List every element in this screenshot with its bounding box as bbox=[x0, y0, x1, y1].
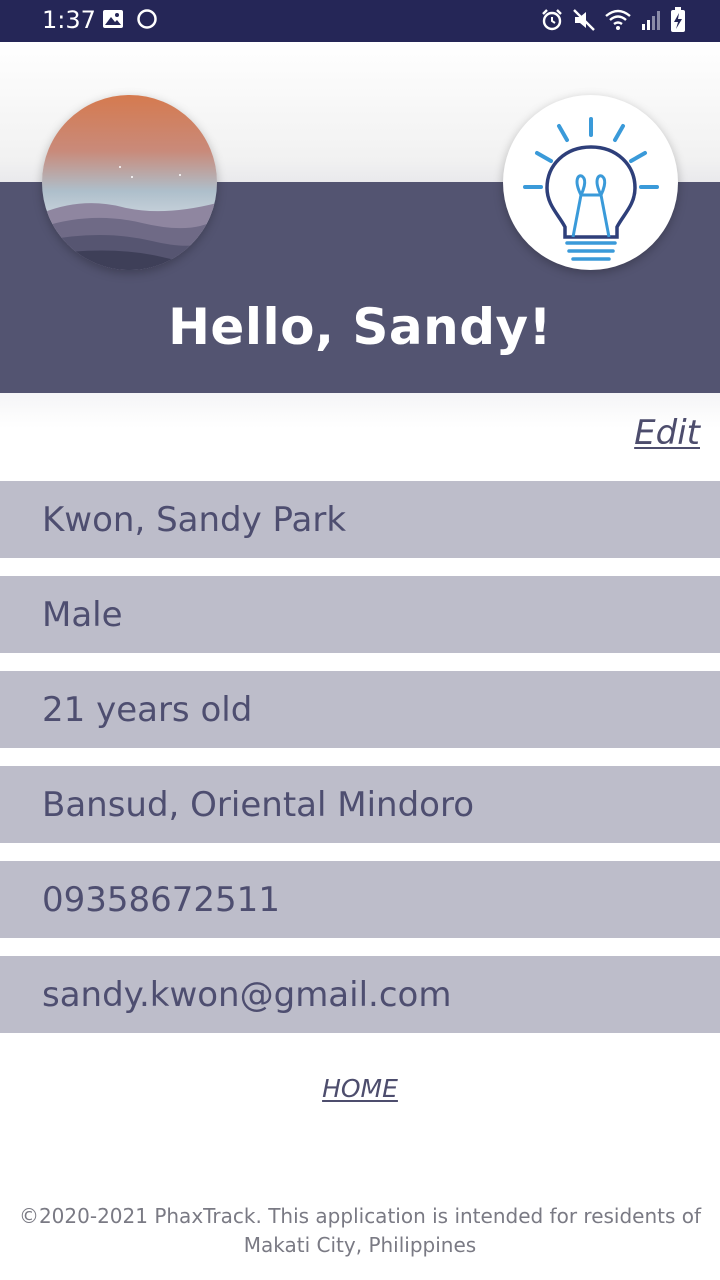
status-right-icons bbox=[540, 7, 686, 33]
field-value: sandy.kwon@gmail.com bbox=[42, 974, 452, 1015]
circle-icon bbox=[136, 8, 158, 30]
logo bbox=[503, 95, 678, 270]
name-field: Kwon, Sandy Park bbox=[0, 481, 720, 558]
home-link[interactable]: HOME bbox=[322, 1074, 398, 1103]
avatar[interactable] bbox=[42, 95, 217, 270]
landscape-image bbox=[42, 95, 217, 270]
greeting-title: Hello, Sandy! bbox=[168, 298, 552, 356]
copyright-note: ©2020-2021 PhaxTrack. This application i… bbox=[18, 1204, 702, 1257]
phone-field: 09358672511 bbox=[0, 861, 720, 938]
edit-link[interactable]: Edit bbox=[634, 411, 700, 455]
email-field: sandy.kwon@gmail.com bbox=[0, 956, 720, 1033]
lightbulb-icon bbox=[523, 117, 659, 261]
alarm-icon bbox=[540, 8, 564, 32]
wifi-icon bbox=[604, 9, 632, 31]
status-bar: 1:37 bbox=[0, 0, 720, 42]
age-field: 21 years old bbox=[0, 671, 720, 748]
mute-icon bbox=[572, 8, 596, 32]
field-value: 09358672511 bbox=[42, 879, 280, 920]
field-value: Kwon, Sandy Park bbox=[42, 499, 347, 540]
battery-charging-icon bbox=[670, 7, 686, 33]
profile-info-list: Kwon, Sandy Park Male 21 years old Bansu… bbox=[0, 481, 720, 1051]
status-left-icons bbox=[102, 8, 158, 30]
field-value: 21 years old bbox=[42, 689, 253, 730]
gallery-icon bbox=[102, 9, 124, 29]
home-link-container: HOME bbox=[0, 1073, 720, 1105]
address-field: Bansud, Oriental Mindoro bbox=[0, 766, 720, 843]
field-value: Male bbox=[42, 594, 123, 635]
edit-area bbox=[0, 393, 720, 481]
signal-icon bbox=[640, 9, 662, 31]
gender-field: Male bbox=[0, 576, 720, 653]
field-value: Bansud, Oriental Mindoro bbox=[42, 784, 474, 825]
status-time: 1:37 bbox=[42, 6, 96, 34]
